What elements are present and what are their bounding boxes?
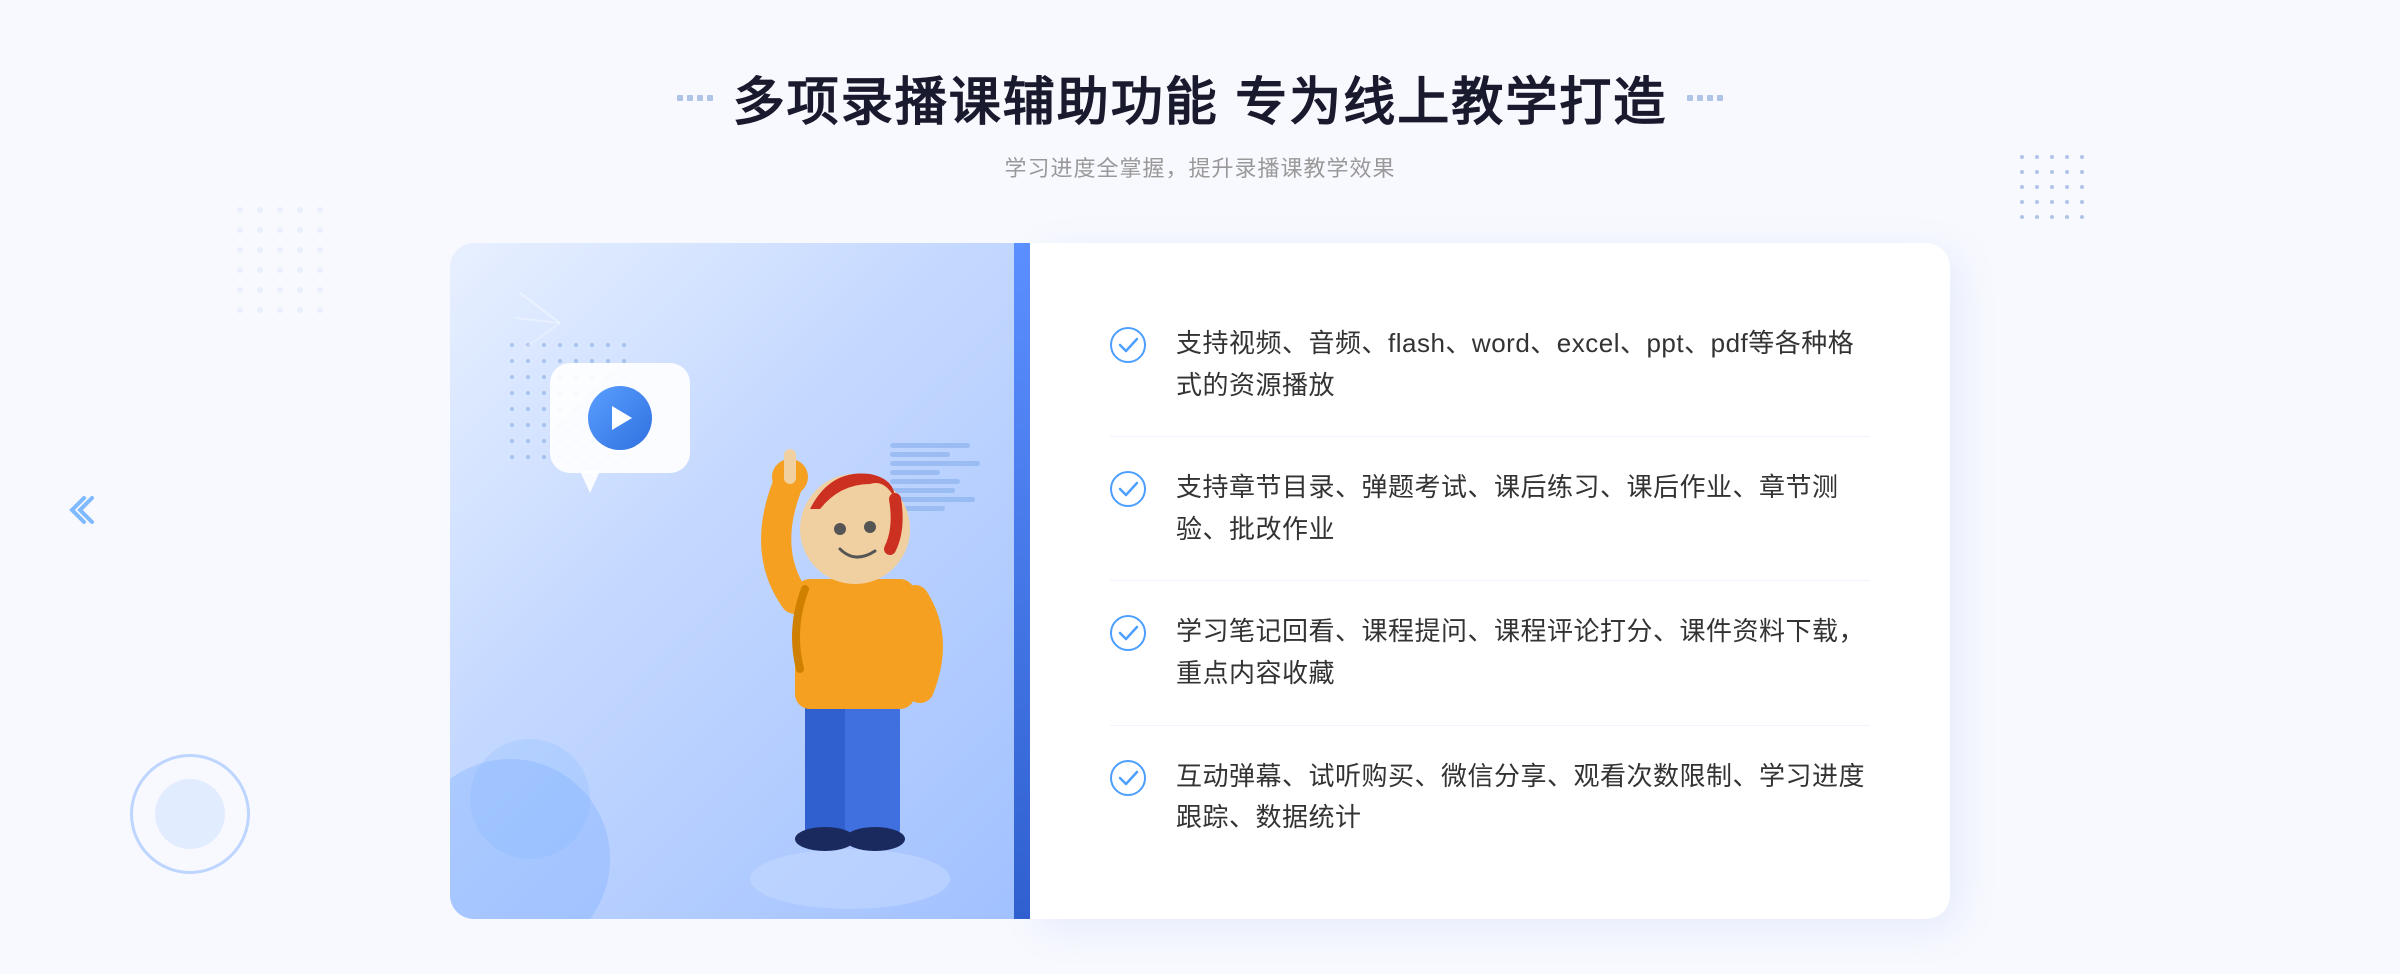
bg-dots-left: // Will be rendered in SVG xyxy=(230,200,390,360)
illustration-panel xyxy=(450,243,1030,919)
check-icon-3 xyxy=(1110,615,1146,651)
play-icon-circle xyxy=(588,386,652,450)
check-icon-1 xyxy=(1110,327,1146,363)
check-icon-2 xyxy=(1110,471,1146,507)
person-figure xyxy=(710,399,990,919)
feature-item-4: 互动弹幕、试听购买、微信分享、观看次数限制、学习进度跟踪、数据统计 xyxy=(1110,726,1870,869)
outer-circle-left-inner xyxy=(155,779,225,849)
feature-item-1: 支持视频、音频、flash、word、excel、ppt、pdf等各种格式的资源… xyxy=(1110,293,1870,437)
feature-item-3: 学习笔记回看、课程提问、课程评论打分、课件资料下载，重点内容收藏 xyxy=(1110,581,1870,725)
check-icon-4 xyxy=(1110,760,1146,796)
feature-text-1: 支持视频、音频、flash、word、excel、ppt、pdf等各种格式的资源… xyxy=(1176,323,1870,406)
page-container: // Will be rendered in SVG xyxy=(0,0,2400,974)
feature-text-4: 互动弹幕、试听购买、微信分享、观看次数限制、学习进度跟踪、数据统计 xyxy=(1176,756,1870,839)
header-decoration: 多项录播课辅助功能 专为线上教学打造 xyxy=(677,60,1723,135)
decoration-dots-left xyxy=(677,95,713,101)
accent-bar xyxy=(1014,243,1030,919)
content-wrapper: 支持视频、音频、flash、word、excel、ppt、pdf等各种格式的资源… xyxy=(450,243,1950,919)
features-panel: 支持视频、音频、flash、word、excel、ppt、pdf等各种格式的资源… xyxy=(1030,243,1950,919)
sub-title: 学习进度全掌握，提升录播课教学效果 xyxy=(677,151,1723,183)
feature-text-3: 学习笔记回看、课程提问、课程评论打分、课件资料下载，重点内容收藏 xyxy=(1176,611,1870,694)
play-icon-triangle xyxy=(612,406,632,430)
decoration-dots-right xyxy=(1687,95,1723,101)
play-bubble xyxy=(550,363,690,473)
header-section: 多项录播课辅助功能 专为线上教学打造 学习进度全掌握，提升录播课教学效果 xyxy=(677,60,1723,183)
chevron-left-decoration xyxy=(60,490,100,538)
outer-dots-right xyxy=(2020,155,2090,225)
main-title: 多项录播课辅助功能 专为线上教学打造 xyxy=(733,60,1667,135)
illus-circle-2 xyxy=(470,739,590,859)
light-rays xyxy=(510,283,610,363)
feature-item-2: 支持章节目录、弹题考试、课后练习、课后作业、章节测验、批改作业 xyxy=(1110,437,1870,581)
feature-text-2: 支持章节目录、弹题考试、课后练习、课后作业、章节测验、批改作业 xyxy=(1176,467,1870,550)
